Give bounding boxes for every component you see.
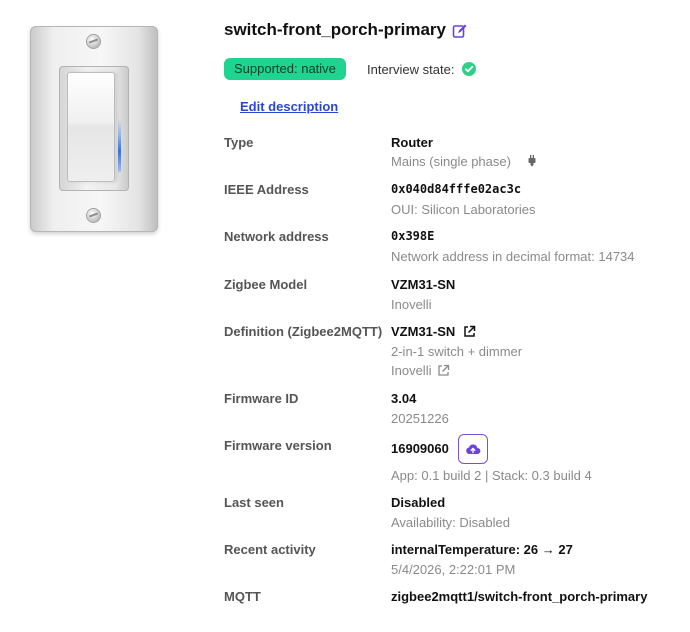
oui-text: OUI: Silicon Laboratories	[391, 202, 536, 217]
plug-icon	[528, 155, 536, 167]
firmware-id-label: Firmware ID	[224, 391, 299, 406]
vendor-name: Inovelli	[391, 363, 432, 378]
network-label: Network address	[224, 229, 329, 244]
last-seen-value: Disabled	[391, 495, 446, 510]
availability-text: Availability: Disabled	[391, 515, 510, 530]
model-vendor: Inovelli	[391, 297, 432, 312]
supported-badge: Supported: native	[224, 58, 346, 80]
edit-description-link[interactable]: Edit description	[240, 99, 338, 114]
firmware-date: 20251226	[391, 411, 449, 426]
interview-state-label: Interview state:	[367, 62, 455, 77]
definition-value: VZM31-SN	[391, 324, 456, 339]
screw-bottom	[87, 209, 100, 222]
device-image	[30, 26, 158, 232]
external-link-icon	[438, 364, 450, 376]
power-source-text: Mains (single phase)	[391, 154, 511, 169]
led-bar	[118, 120, 121, 172]
last-seen-label: Last seen	[224, 495, 284, 510]
device-page: switch-front_porch-primary Supported: na…	[0, 0, 690, 632]
external-link-icon	[464, 325, 476, 337]
definition-description: 2-in-1 switch + dimmer	[391, 344, 523, 359]
device-title: switch-front_porch-primary	[224, 20, 446, 39]
firmware-update-button[interactable]	[458, 434, 488, 464]
definition-link[interactable]: VZM31-SN	[391, 324, 476, 339]
power-source: Mains (single phase)	[391, 154, 539, 169]
firmware-build-info: App: 0.1 build 2 | Stack: 0.3 build 4	[391, 468, 592, 483]
network-value: 0x398E	[391, 229, 435, 243]
rocker-frame	[59, 66, 129, 191]
model-label: Zigbee Model	[224, 277, 308, 292]
model-value: VZM31-SN	[391, 277, 456, 292]
firmware-version-label: Firmware version	[224, 438, 332, 453]
cloud-upload-icon	[466, 444, 481, 454]
firmware-id-value: 3.04	[391, 391, 417, 406]
mqtt-topic: zigbee2mqtt1/switch-front_porch-primary	[391, 589, 648, 604]
rocker-paddle	[67, 72, 115, 182]
vendor-link[interactable]: Inovelli	[391, 363, 450, 378]
ieee-value: 0x040d84fffe02ac3c	[391, 182, 522, 196]
recent-activity-time: 5/4/2026, 2:22:01 PM	[391, 562, 516, 577]
network-decimal: Network address in decimal format: 14734	[391, 249, 635, 264]
screw-top	[87, 35, 100, 48]
firmware-version-value: 16909060	[391, 441, 449, 456]
type-value: Router	[391, 135, 433, 150]
edit-icon[interactable]	[452, 23, 468, 39]
check-circle-icon	[462, 62, 476, 76]
definition-label: Definition (Zigbee2MQTT)	[224, 324, 383, 339]
recent-activity-value: internalTemperature: 26 → 27	[391, 542, 573, 557]
ieee-label: IEEE Address	[224, 182, 309, 197]
mqtt-label: MQTT	[224, 589, 261, 604]
recent-activity-label: Recent activity	[224, 542, 316, 557]
type-label: Type	[224, 135, 254, 150]
